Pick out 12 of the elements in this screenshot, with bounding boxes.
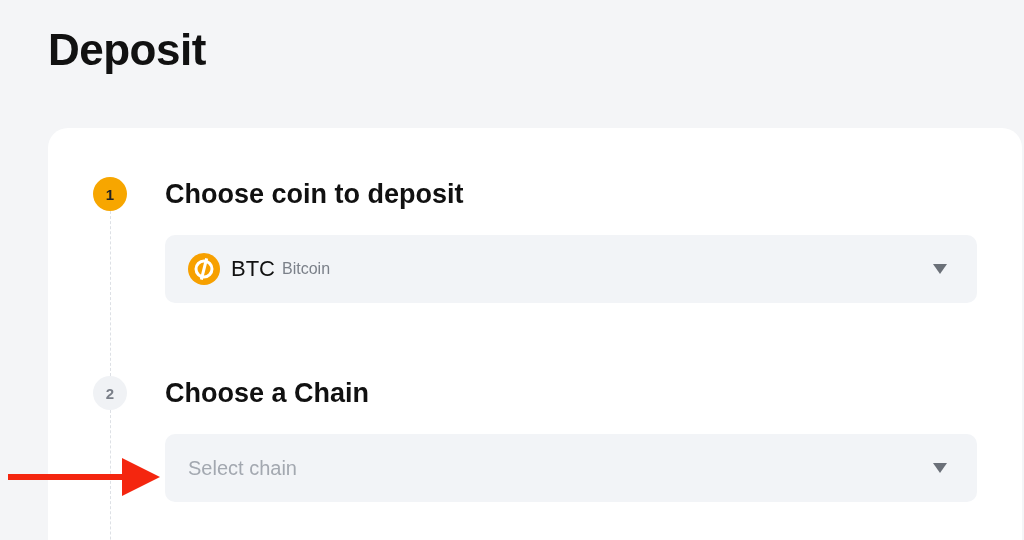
placeholder: Select chain	[188, 456, 297, 480]
coin-icon	[188, 253, 220, 285]
step-title: Choose a Chain	[165, 377, 371, 410]
coin-symbol: BTC	[231, 256, 275, 282]
caret-icon	[933, 264, 947, 274]
caret-icon	[933, 463, 947, 473]
step-number: 1	[93, 177, 127, 211]
page-title: Deposit	[48, 28, 207, 72]
step-number: 2	[93, 376, 127, 410]
coin-select[interactable]: BTC Bitcoin	[165, 235, 977, 303]
step-title: Choose coin to deposit	[165, 178, 465, 211]
coin-name: Bitcoin	[282, 260, 331, 278]
